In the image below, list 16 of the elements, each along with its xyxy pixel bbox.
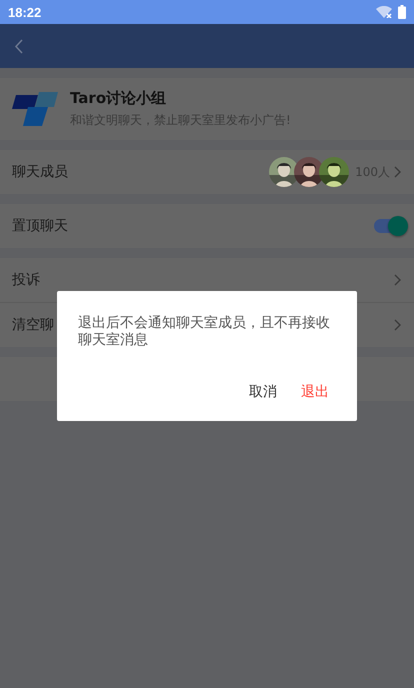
logo-icon bbox=[12, 92, 58, 126]
cancel-button[interactable]: 取消 bbox=[241, 379, 285, 405]
row-label: 聊天成员 bbox=[12, 163, 68, 181]
dialog-message: 退出后不会通知聊天室成员，且不再接收聊天室消息 bbox=[78, 315, 331, 349]
wifi-icon bbox=[376, 6, 392, 18]
row-label: 投诉 bbox=[12, 271, 40, 289]
row-label: 置顶聊天 bbox=[12, 217, 68, 235]
back-icon bbox=[14, 38, 23, 54]
row-label: 清空聊 bbox=[12, 316, 54, 334]
chevron-icon bbox=[394, 319, 402, 331]
chevron-icon bbox=[394, 274, 402, 286]
status-time: 18:22 bbox=[8, 4, 42, 20]
exit-button[interactable]: 退出 bbox=[293, 379, 337, 405]
group-name: Taro讨论小组 bbox=[70, 89, 168, 108]
battery-icon bbox=[398, 5, 406, 19]
chevron-icon bbox=[394, 166, 402, 178]
